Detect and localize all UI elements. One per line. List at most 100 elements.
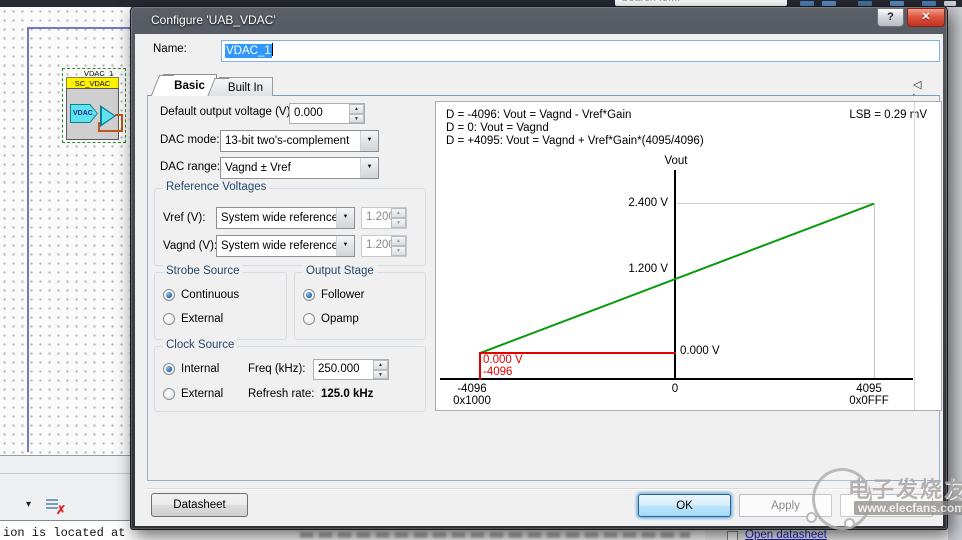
text-cursor (272, 43, 273, 56)
group-title: Reference Voltages (163, 181, 269, 193)
radio-continuous-label: Continuous (181, 289, 239, 301)
ok-button[interactable]: OK (638, 494, 731, 517)
spinner-down-icon: ▼ (391, 218, 406, 228)
radio-clock-external-label: External (181, 388, 223, 400)
add-icon[interactable] (944, 1, 956, 6)
radio-follower[interactable] (303, 289, 315, 301)
default-voltage-label: Default output voltage (V): (160, 106, 294, 118)
output-stage-group: Output Stage Follower Opamp (294, 272, 426, 340)
vref-select[interactable]: System wide reference ▼ (216, 207, 355, 229)
name-input[interactable]: VDAC_1 (221, 40, 940, 62)
name-value: VDAC_1 (225, 44, 272, 58)
reference-voltages-group: Reference Voltages Vref (V): System wide… (154, 188, 426, 266)
radio-opamp[interactable] (303, 313, 315, 325)
clear-output-icon[interactable]: ✗ (46, 497, 64, 515)
close-icon[interactable]: ✕ (907, 8, 945, 27)
tab-built-in-label: Built In (228, 82, 263, 94)
dialog-titlebar[interactable]: Configure 'UAB_VDAC' ? ✕ (131, 7, 947, 34)
strobe-source-group: Strobe Source Continuous External (154, 272, 287, 340)
freq-stepper[interactable]: 250.000 ▲ ▼ (313, 359, 389, 380)
spinner-up-icon[interactable]: ▲ (349, 104, 364, 114)
default-voltage-value: 0.000 (294, 104, 323, 123)
x-tick-hex: 0x0FFF (840, 395, 898, 407)
tab-built-in[interactable]: Built In (219, 77, 273, 96)
formula-line: D = 0: Vout = Vagnd (446, 122, 549, 134)
spinner-down-icon[interactable]: ▼ (373, 370, 388, 380)
chevron-down-icon[interactable]: ▾ (26, 499, 31, 510)
spinner-down-icon[interactable]: ▼ (349, 114, 364, 124)
buffer-triangle-icon (100, 105, 116, 127)
dac-range-select[interactable]: Vagnd ± Vref ▼ (220, 157, 379, 179)
buffer-triangle-fill (102, 108, 114, 124)
default-voltage-stepper[interactable]: 0.000 ▲ ▼ (289, 103, 365, 124)
x-tick-hex: 0x1000 (443, 395, 501, 407)
clock-source-group: Clock Source Internal Freq (kHz): 250.00… (154, 346, 426, 412)
guide-line-4095 (874, 203, 875, 379)
x-tick-dec: 4095 (843, 383, 895, 395)
refresh-rate-value: 125.0 kHz (321, 388, 373, 400)
freq-label: Freq (kHz): (248, 363, 306, 375)
page-border-line (27, 27, 130, 29)
radio-strobe-external[interactable] (163, 313, 175, 325)
radio-internal-label: Internal (181, 363, 219, 375)
dialog-title: Configure 'UAB_VDAC' (151, 7, 276, 34)
vref-value-stepper: 1.200 ▲ ▼ (361, 207, 407, 229)
chevron-down-icon[interactable]: ▼ (360, 131, 378, 151)
datasheet-button[interactable]: Datasheet (151, 493, 248, 517)
help-icon[interactable]: ? (877, 8, 904, 27)
configure-dialog: Configure 'UAB_VDAC' ? ✕ Name: VDAC_1 Ba… (130, 6, 948, 530)
vagnd-select[interactable]: System wide reference ▼ (216, 235, 355, 257)
radio-opamp-label: Opamp (321, 313, 359, 325)
chart-margin-line (914, 102, 915, 410)
vdac-component[interactable]: VDAC_ (66, 88, 119, 140)
spinner-up-icon[interactable]: ▲ (373, 360, 388, 370)
formula-line: D = -4096: Vout = Vagnd - Vref*Gain (446, 109, 631, 121)
formula-line: D = +4095: Vout = Vagnd + Vref*Gain*(409… (446, 135, 704, 147)
dac-range-value: Vagnd ± Vref (225, 158, 291, 178)
y-tick-2v4: 2.400 V (596, 197, 668, 209)
vagnd-label: Vagnd (V): (163, 240, 217, 252)
link-icon (727, 531, 738, 540)
freq-value: 250.000 (318, 360, 360, 379)
vref-label: Vref (V): (163, 212, 205, 224)
wire (98, 122, 100, 132)
blurred-console-text (300, 532, 690, 538)
radio-clock-external[interactable] (163, 388, 175, 400)
dialog-client: Name: VDAC_1 Basic Built In ◁ ▷ Default … (135, 34, 943, 526)
radio-internal[interactable] (163, 363, 175, 375)
spinner-down-icon: ▼ (391, 246, 406, 256)
watermark: 电子发烧友 www.elecfans.com (818, 468, 962, 532)
lsb-label: LSB = 0.29 mV (849, 109, 927, 121)
dac-range-label: DAC range: (160, 161, 220, 173)
y-tick-1v2: 1.200 V (596, 263, 668, 275)
wire (98, 130, 123, 132)
transfer-line (480, 203, 874, 354)
radio-continuous[interactable] (163, 289, 175, 301)
chevron-down-icon[interactable]: ▼ (336, 208, 354, 228)
chevron-down-icon[interactable]: ▼ (336, 236, 354, 256)
open-datasheet-link[interactable]: Open datasheet (745, 529, 827, 540)
refresh-rate-label: Refresh rate: (248, 388, 314, 400)
x-axis (440, 378, 913, 380)
chevron-down-icon[interactable]: ▼ (360, 158, 378, 178)
group-title: Output Stage (303, 265, 377, 277)
dac-mode-label: DAC mode: (160, 134, 219, 146)
vdac-port-label: VDAC_ (71, 105, 97, 122)
vdac-port-shape: VDAC_ (70, 104, 98, 123)
radio-follower-label: Follower (321, 289, 364, 301)
group-title: Clock Source (163, 339, 237, 351)
spinner-up-icon: ▲ (391, 236, 406, 246)
zero-volt-label: 0.000 V (680, 345, 720, 357)
vagnd-value-stepper: 1.200 ▲ ▼ (361, 235, 407, 257)
y-axis (674, 170, 676, 380)
tab-slant (151, 75, 174, 96)
origin-volt-label: 0.000 V (483, 354, 523, 366)
schematic-canvas[interactable]: VDAC_1 SC_VDAC VDAC_ (0, 7, 130, 455)
dac-mode-select[interactable]: 13-bit two's-complement ▼ (220, 130, 379, 152)
vagnd-select-value: System wide reference (221, 236, 338, 256)
origin-code-label: -4096 (483, 366, 512, 378)
vref-select-value: System wide reference (221, 208, 338, 228)
screen: Search for... VDAC_1 SC_VDAC VDAC_ ▾ (0, 0, 962, 540)
origin-marker-vline (479, 352, 481, 380)
name-label: Name: (153, 43, 187, 55)
